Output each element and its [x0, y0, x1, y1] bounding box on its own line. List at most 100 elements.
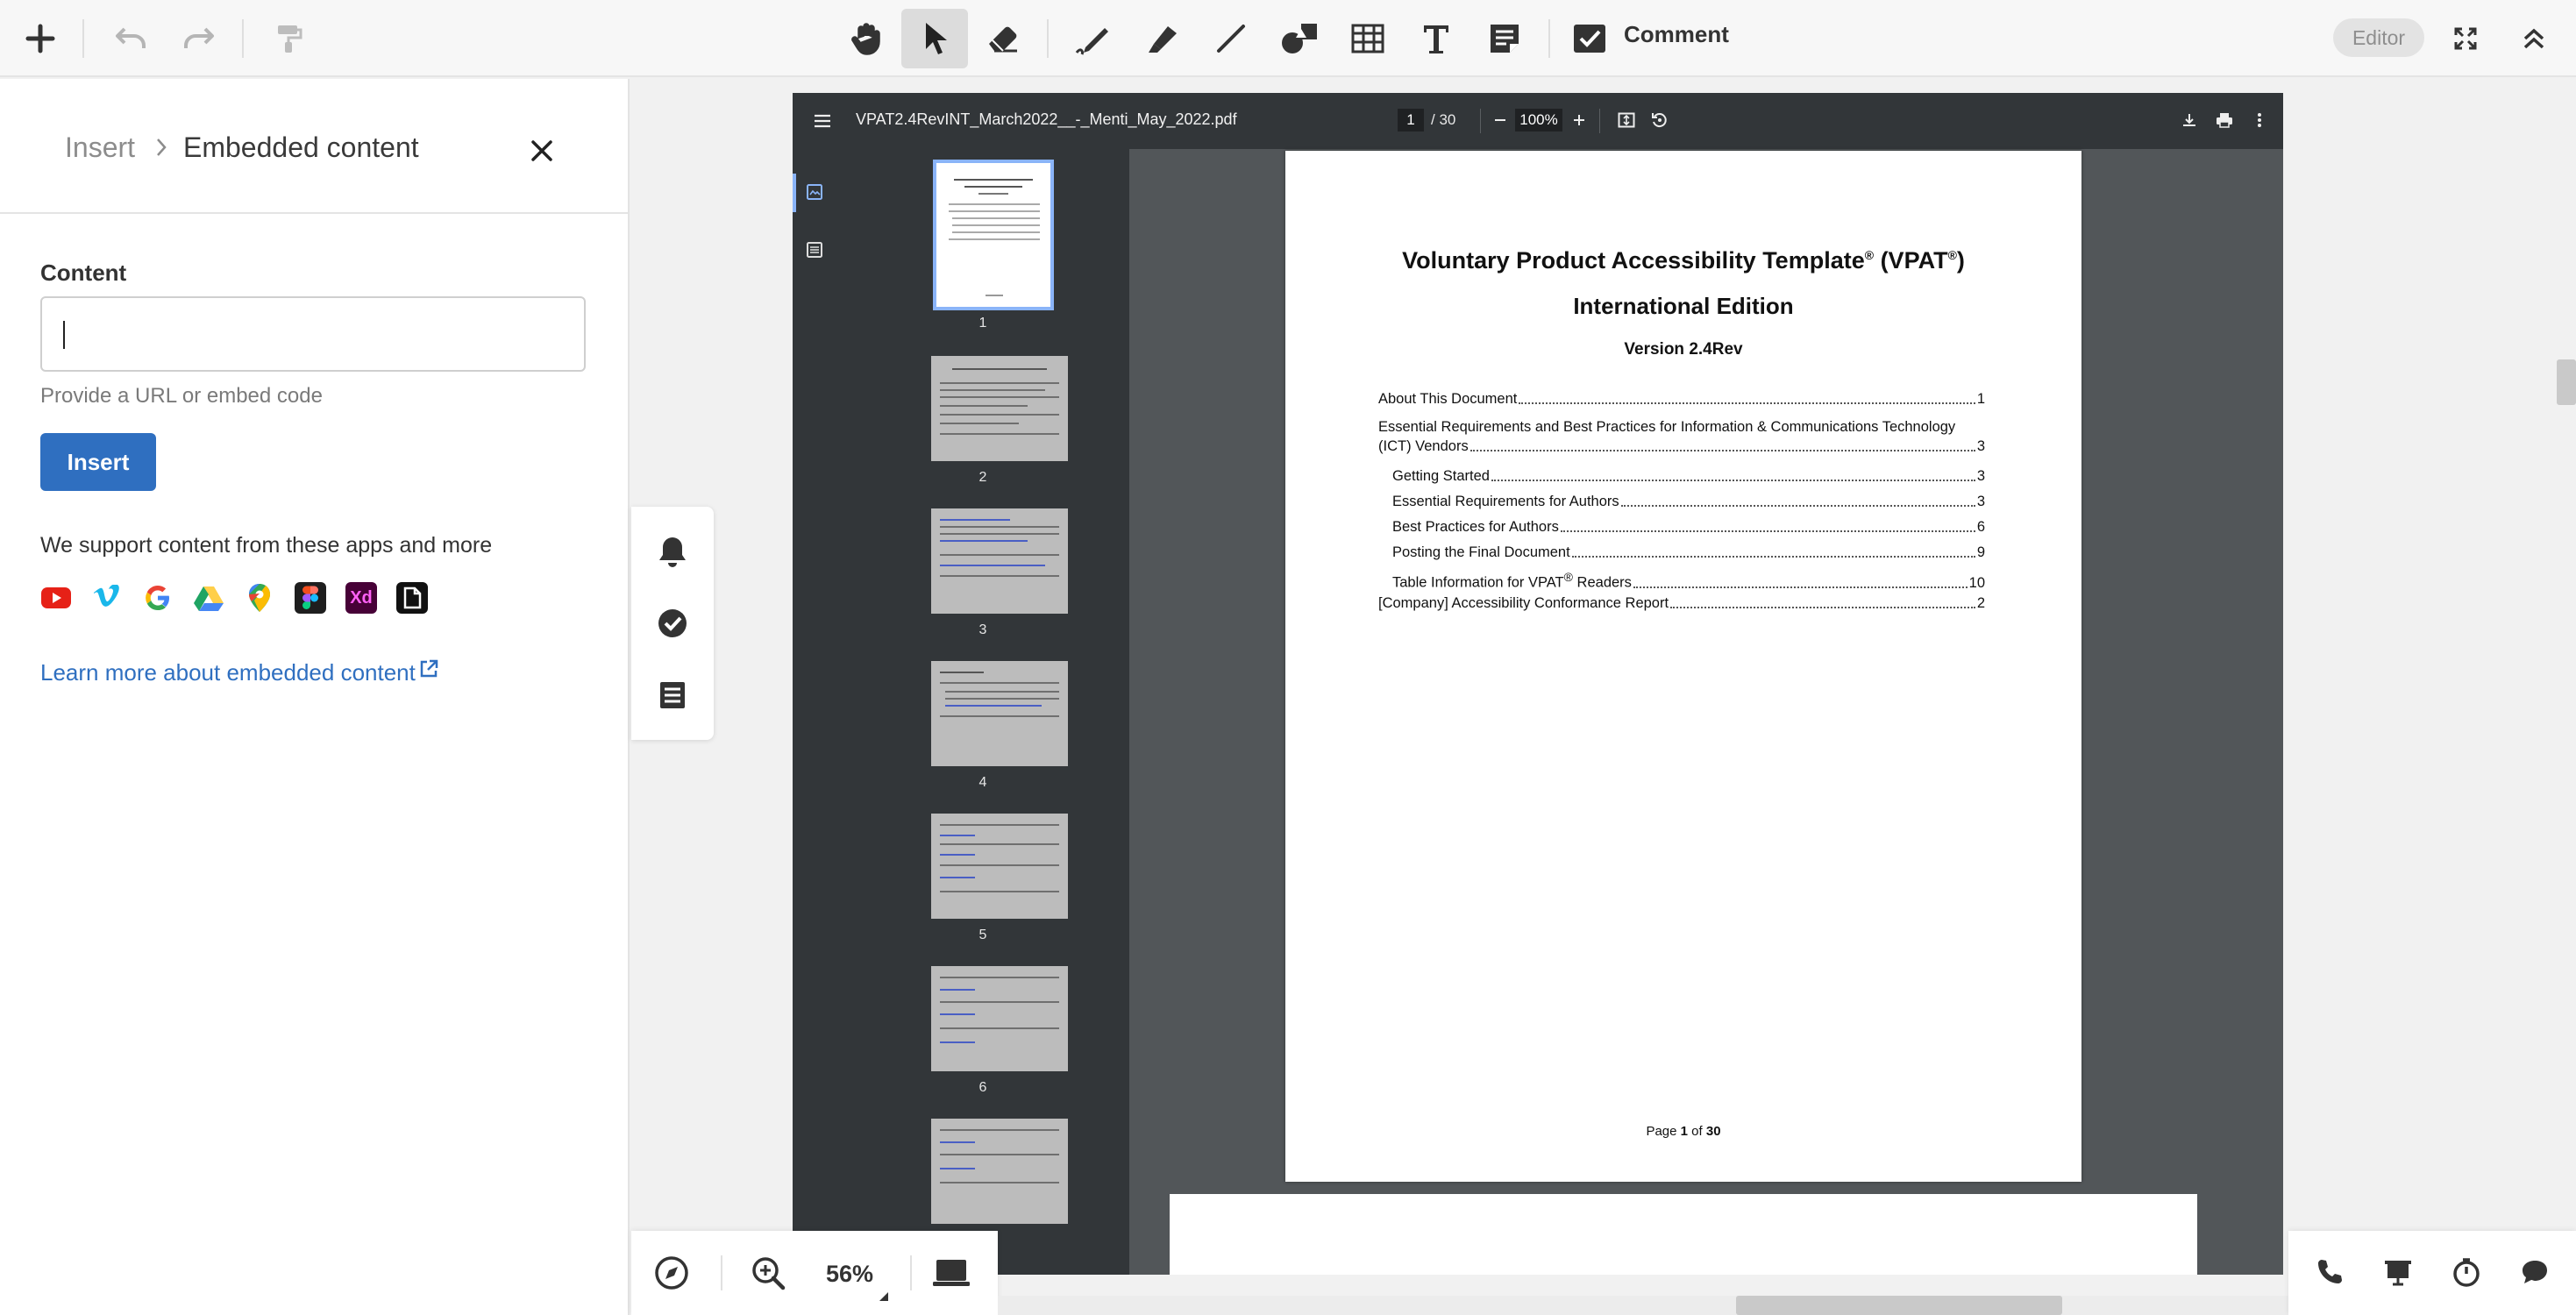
toolbar-divider — [242, 19, 244, 58]
zoom-dropdown-icon[interactable] — [879, 1290, 889, 1306]
fullscreen-icon[interactable] — [2432, 9, 2499, 68]
registered-mark: ® — [1947, 248, 1957, 262]
panel-title: Embedded content — [183, 132, 419, 163]
pdf-zoom-input[interactable]: 100% — [1515, 109, 1562, 132]
line-icon[interactable] — [1198, 9, 1264, 68]
external-link-icon[interactable] — [419, 659, 438, 683]
download-icon[interactable] — [2178, 109, 2201, 132]
collapse-toolbar-icon[interactable] — [2501, 9, 2567, 68]
toc-entry[interactable]: Getting Started 3 — [1392, 468, 1985, 485]
zoom-divider — [721, 1255, 722, 1290]
horizontal-scrollbar[interactable] — [1736, 1296, 2062, 1315]
document-subtitle: International Edition — [1573, 293, 1794, 319]
toc-entry-label: Essential Requirements and Best Practice… — [1378, 419, 1956, 435]
format-painter-icon[interactable] — [256, 9, 323, 68]
content-help-text: Provide a URL or embed code — [40, 384, 323, 408]
comment-check-icon[interactable] — [1557, 9, 1622, 68]
viewer-divider — [1599, 109, 1600, 133]
toc-entry-page: 10 — [1968, 574, 1985, 591]
text-tool-icon[interactable] — [1403, 9, 1469, 68]
thumbnail-number: 4 — [978, 775, 987, 790]
toc-entry[interactable]: Posting the Final Document 9 — [1392, 544, 1985, 561]
page-thumbnail-3[interactable] — [931, 508, 1068, 614]
check-circle-icon[interactable] — [651, 601, 694, 645]
toc-leader — [1560, 530, 1975, 532]
toc-entry[interactable]: [Company] Accessibility Conformance Repo… — [1378, 595, 1985, 612]
toc-entry-page: 3 — [1976, 438, 1985, 454]
learn-more-link[interactable]: Learn more about embedded content — [40, 659, 416, 686]
outline-view-icon[interactable] — [803, 238, 826, 261]
page-number-input[interactable]: 1 — [1398, 109, 1424, 132]
comment-mode-label[interactable]: Comment — [1624, 21, 1729, 48]
toc-entry[interactable]: About This Document 1 — [1378, 391, 1985, 408]
zoom-in-icon[interactable] — [1568, 109, 1590, 132]
add-icon[interactable] — [7, 9, 74, 68]
toc-entry[interactable]: Essential Requirements for Authors 3 — [1392, 494, 1985, 510]
toc-entry[interactable]: Best Practices for Authors 6 — [1392, 519, 1985, 536]
highlighter-icon[interactable] — [1129, 9, 1196, 68]
close-icon[interactable] — [524, 133, 559, 168]
toc-entry-label-end: Readers — [1572, 574, 1632, 591]
zoom-level[interactable]: 56% — [826, 1261, 873, 1288]
file-icon — [396, 582, 428, 614]
page-thumbnail-1[interactable] — [933, 160, 1054, 310]
page-thumbnail-7[interactable] — [931, 1119, 1068, 1224]
redo-icon[interactable] — [165, 9, 231, 68]
toc-entry-label: Getting Started — [1392, 468, 1490, 484]
pdf-viewer[interactable]: VPAT2.4RevINT_March2022__-_Menti_May_202… — [793, 93, 2283, 1275]
figma-icon — [295, 582, 326, 614]
thumbnail-list: 1 2 3 4 5 6 — [836, 149, 1129, 1275]
page-total: / 30 — [1431, 111, 1456, 128]
fit-page-icon[interactable] — [1615, 109, 1638, 132]
timer-stopwatch-icon[interactable] — [2444, 1250, 2488, 1294]
table-icon[interactable] — [1334, 9, 1401, 68]
more-options-icon[interactable] — [2248, 109, 2271, 132]
present-board-icon[interactable] — [2376, 1250, 2420, 1294]
undo-icon[interactable] — [98, 9, 165, 68]
eraser-icon[interactable] — [970, 9, 1036, 68]
page-thumbnail-6[interactable] — [931, 966, 1068, 1071]
toc-entry[interactable]: Table Information for VPAT® Readers 10 — [1392, 570, 1985, 592]
zoom-divider — [910, 1255, 912, 1290]
toc-entry-continuation[interactable]: (ICT) Vendors 3 — [1378, 438, 1985, 455]
menu-icon[interactable] — [810, 109, 835, 133]
viewer-divider — [1480, 109, 1481, 133]
vertical-scrollbar[interactable] — [2557, 359, 2576, 405]
chat-bubble-icon[interactable] — [2513, 1250, 2557, 1294]
page-thumbnail-4[interactable] — [931, 661, 1068, 766]
print-icon[interactable] — [2213, 109, 2236, 132]
zoom-in-magnifier-icon[interactable] — [749, 1254, 787, 1292]
toc-entry-page: 3 — [1976, 494, 1985, 509]
breadcrumb-insert[interactable]: Insert — [65, 132, 135, 164]
page-thumbnail-5[interactable] — [931, 814, 1068, 919]
presentation-screen-icon[interactable] — [929, 1254, 973, 1292]
toolbar-divider — [1548, 19, 1550, 58]
toc-entry-label: About This Document — [1378, 391, 1518, 407]
shapes-icon[interactable] — [1266, 9, 1333, 68]
pan-hand-icon[interactable] — [833, 9, 900, 68]
notifications-bell-icon[interactable] — [651, 530, 694, 573]
insert-button[interactable]: Insert — [40, 433, 156, 491]
phone-call-icon[interactable] — [2308, 1250, 2352, 1294]
sticky-note-icon[interactable] — [1471, 9, 1538, 68]
pen-icon[interactable] — [1061, 9, 1128, 68]
thumbnail-number: 2 — [978, 470, 987, 485]
active-indicator — [793, 174, 796, 212]
toc-entry[interactable]: Essential Requirements and Best Practice… — [1378, 419, 1985, 436]
content-field-label: Content — [40, 259, 127, 286]
thumbnail-number: 6 — [978, 1080, 987, 1095]
compass-navigate-icon[interactable] — [652, 1254, 691, 1292]
thumbnails-view-icon[interactable] — [803, 181, 826, 203]
footer-mid: of — [1688, 1124, 1706, 1139]
google-maps-icon — [244, 582, 275, 614]
rotate-icon[interactable] — [1648, 109, 1671, 132]
toolbar-divider — [82, 19, 84, 58]
page-thumbnail-2[interactable] — [931, 356, 1068, 461]
google-drive-icon — [193, 582, 224, 614]
embed-content-input[interactable] — [40, 296, 586, 372]
zoom-out-icon[interactable] — [1489, 109, 1512, 132]
adobe-xd-icon: Xd — [345, 582, 377, 614]
toc-entry-label: [Company] Accessibility Conformance Repo… — [1378, 595, 1669, 611]
list-panel-icon[interactable] — [651, 673, 694, 717]
select-pointer-icon[interactable] — [901, 9, 968, 68]
